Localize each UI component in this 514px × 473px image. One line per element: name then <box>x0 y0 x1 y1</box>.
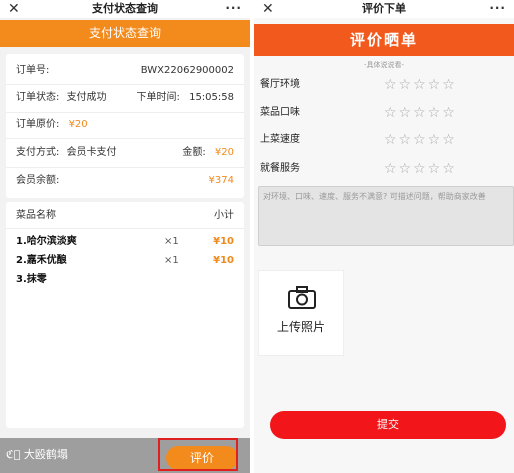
order-status-value: 支付成功 <box>66 92 107 103</box>
order-time-label: 下单时间: <box>136 92 180 103</box>
submit-button[interactable]: 提交 <box>270 411 506 439</box>
star-rating-icon[interactable]: ☆☆☆☆☆ <box>384 76 457 94</box>
payment-method-label: 支付方式: <box>16 147 60 158</box>
page-banner: 评价晒单 <box>254 24 514 56</box>
order-no-row: 订单号: BWX22062900002 <box>16 64 234 78</box>
more-menu-icon[interactable]: ··· <box>489 0 506 16</box>
items-header-subtotal: 小计 <box>214 210 234 221</box>
list-item: 1.哈尔滨淡爽 ×1 ¥10 <box>16 235 234 249</box>
more-menu-icon[interactable]: ··· <box>225 0 242 16</box>
rating-row-environment: 餐厅环境 ☆☆☆☆☆ <box>260 76 510 94</box>
divider <box>6 167 244 168</box>
rating-label: 上菜速度 <box>260 134 300 145</box>
member-balance-label: 会员余额: <box>16 175 60 186</box>
rating-row-taste: 菜品口味 ☆☆☆☆☆ <box>260 104 510 122</box>
rating-subtitle: -具体说说看- <box>363 61 405 69</box>
star-rating-icon[interactable]: ☆☆☆☆☆ <box>384 104 457 122</box>
member-balance-value: ¥374 <box>208 175 234 186</box>
order-no-value: BWX22062900002 <box>140 65 234 76</box>
page-banner: 支付状态查询 <box>0 20 250 47</box>
star-rating-icon[interactable]: ☆☆☆☆☆ <box>384 131 457 149</box>
upload-photo-label: 上传照片 <box>276 320 325 334</box>
items-card: 菜品名称 小计 1.哈尔滨淡爽 ×1 ¥10 2.嘉禾优酿 ×1 ¥10 3.抹… <box>6 202 244 428</box>
divider <box>6 138 244 139</box>
top-bar: ✕ 评价下单 ··· <box>254 0 514 18</box>
list-item: 3.抹零 <box>16 273 234 287</box>
item-price: ¥10 <box>213 255 234 266</box>
order-status-label: 订单状态: <box>16 92 60 103</box>
divider <box>6 228 244 229</box>
original-price-label: 订单原价: <box>16 119 60 130</box>
item-price: ¥10 <box>213 236 234 247</box>
rating-label: 餐厅环境 <box>260 79 300 90</box>
watermark-logo-icon: ℭ⃝ <box>6 448 21 461</box>
watermark-text: 大殴鹤塌 <box>23 448 68 461</box>
item-qty: ×1 <box>164 236 179 247</box>
amount-value: ¥20 <box>214 147 234 158</box>
items-header-name: 菜品名称 <box>16 210 56 221</box>
review-screen: ✕ 评价下单 ··· 评价晒单 -具体说说看- 餐厅环境 ☆☆☆☆☆ 菜品口味 … <box>250 0 514 473</box>
feedback-textarea[interactable] <box>258 186 514 246</box>
order-no-label: 订单号: <box>16 65 50 76</box>
list-item: 2.嘉禾优酿 ×1 ¥10 <box>16 254 234 268</box>
payment-method-row: 支付方式: 会员卡支付 金额: ¥20 <box>16 146 234 160</box>
camera-icon <box>288 286 316 309</box>
payment-status-screen: ✕ 支付状态查询 ··· 支付状态查询 订单号: BWX22062900002 … <box>0 0 250 473</box>
star-rating-icon[interactable]: ☆☆☆☆☆ <box>384 160 457 178</box>
payment-method-value: 会员卡支付 <box>66 147 117 158</box>
amount-label: 金额: <box>182 147 206 158</box>
rating-row-speed: 上菜速度 ☆☆☆☆☆ <box>260 131 510 149</box>
window-title: 支付状态查询 <box>92 2 158 15</box>
member-balance-row: 会员余额: ¥374 <box>16 174 234 188</box>
divider <box>6 112 244 113</box>
item-name: 3.抹零 <box>16 274 47 285</box>
items-header: 菜品名称 小计 <box>16 209 234 223</box>
item-name: 1.哈尔滨淡爽 <box>16 236 77 247</box>
rating-label: 就餐服务 <box>260 163 300 174</box>
watermark: ℭ⃝ 大殴鹤塌 <box>6 446 68 462</box>
item-qty: ×1 <box>164 255 179 266</box>
order-info-card: 订单号: BWX22062900002 订单状态: 支付成功 下单时间: 15:… <box>6 54 244 198</box>
rating-label: 菜品口味 <box>260 107 300 118</box>
item-name: 2.嘉禾优酿 <box>16 255 67 266</box>
rating-row-service: 就餐服务 ☆☆☆☆☆ <box>260 160 510 178</box>
window-title: 评价下单 <box>362 2 406 15</box>
highlight-box <box>158 438 238 471</box>
top-bar: ✕ 支付状态查询 ··· <box>0 0 250 18</box>
original-price-value: ¥20 <box>68 119 88 130</box>
upload-photo-button[interactable]: 上传照片 <box>258 270 344 356</box>
original-price-row: 订单原价: ¥20 <box>16 118 234 132</box>
order-time-value: 15:05:58 <box>189 92 234 103</box>
order-status-row: 订单状态: 支付成功 下单时间: 15:05:58 <box>16 91 234 105</box>
divider <box>6 84 244 85</box>
